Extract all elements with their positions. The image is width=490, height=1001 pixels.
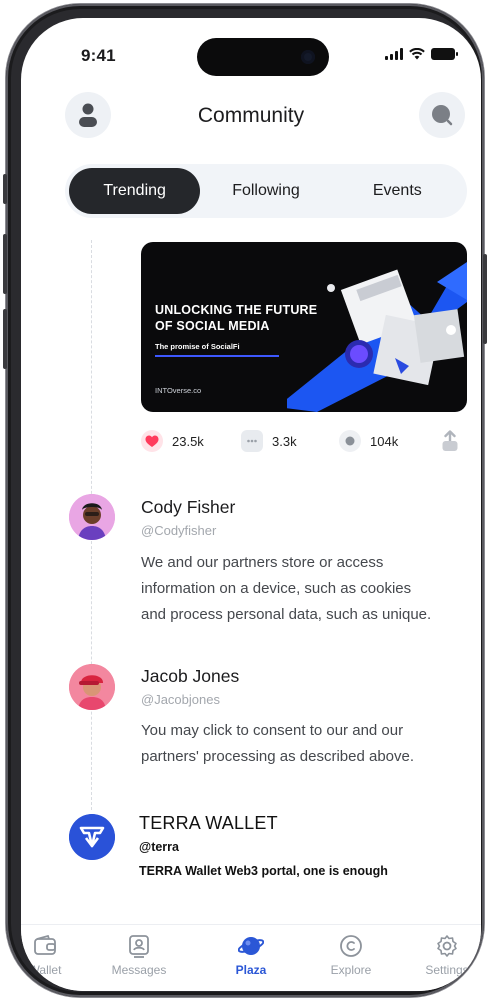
share-button[interactable] xyxy=(439,430,461,452)
nav-label: Wallet xyxy=(28,963,62,977)
post-line: and process personal data, such as uniqu… xyxy=(141,606,432,623)
volume-down-button xyxy=(3,309,7,369)
banner-brand: INTOverse.co xyxy=(155,386,202,395)
eye-icon xyxy=(339,430,361,452)
share-icon xyxy=(439,430,461,452)
nav-settings[interactable]: Settings xyxy=(407,933,481,977)
signal-icon xyxy=(385,48,403,60)
banner-underline xyxy=(155,355,279,357)
comment-icon xyxy=(241,430,263,452)
power-button xyxy=(483,254,487,344)
nav-label: Messages xyxy=(111,963,167,977)
status-time: 9:41 xyxy=(81,46,116,65)
terra-handle: @terra xyxy=(139,840,179,854)
avatar-image xyxy=(69,494,115,540)
nav-label: Plaza xyxy=(235,963,267,977)
mute-switch xyxy=(3,174,7,204)
tab-events[interactable]: Events xyxy=(332,168,463,214)
heart-icon xyxy=(141,430,163,452)
avatar[interactable] xyxy=(69,494,115,540)
comment-button[interactable]: 3.3k xyxy=(241,430,297,452)
screen: 9:41 Community Trending Following Events… xyxy=(21,18,481,991)
nav-messages[interactable]: Messages xyxy=(99,933,179,977)
like-count: 23.5k xyxy=(172,433,204,449)
battery-icon xyxy=(431,48,458,60)
post-author-name[interactable]: Jacob Jones xyxy=(141,666,239,687)
search-icon xyxy=(432,105,453,126)
feed-tabs: Trending Following Events xyxy=(65,164,467,218)
like-button[interactable]: 23.5k xyxy=(141,430,204,452)
post-stats: 23.5k 3.3k 104k xyxy=(141,430,471,460)
views-count: 104k xyxy=(370,433,399,449)
page-title: Community xyxy=(197,104,305,127)
search-button[interactable] xyxy=(419,92,465,138)
terra-logo-icon xyxy=(69,814,115,860)
nav-label: Settings xyxy=(425,963,469,977)
phone-frame: 9:41 Community Trending Following Events… xyxy=(3,4,487,997)
nav-wallet[interactable]: Wallet xyxy=(21,933,85,977)
post-author-handle: @Codyfisher xyxy=(141,523,217,538)
status-icons xyxy=(385,48,458,60)
post-body: We and our partners store or access info… xyxy=(141,550,431,628)
terra-post-text: TERRA Wallet Web3 portal, one is enough xyxy=(139,864,388,878)
article-banner[interactable]: UNLOCKING THE FUTURE OF SOCIAL MEDIA The… xyxy=(141,242,467,412)
wallet-icon xyxy=(32,933,58,959)
post-body: You may click to consent to our and our … xyxy=(141,718,414,770)
banner-title: UNLOCKING THE FUTURE OF SOCIAL MEDIA xyxy=(155,303,318,333)
tab-trending[interactable]: Trending xyxy=(69,168,201,214)
terra-logo[interactable] xyxy=(69,814,115,860)
post-line: We and our partners store or access xyxy=(141,554,384,571)
avatar-image xyxy=(69,664,115,710)
comment-count: 3.3k xyxy=(272,433,297,449)
messages-icon xyxy=(126,933,152,959)
avatar[interactable] xyxy=(69,664,115,710)
nav-explore[interactable]: Explore xyxy=(311,933,391,977)
volume-up-button xyxy=(3,234,7,294)
settings-icon xyxy=(434,933,460,959)
post-author-name[interactable]: Cody Fisher xyxy=(141,497,235,518)
nav-plaza[interactable]: Plaza xyxy=(211,933,291,977)
post-line: information on a device, such as cookies xyxy=(141,580,412,597)
post-line: partners' processing as described above. xyxy=(141,748,415,765)
camera-icon xyxy=(301,50,315,64)
bottom-nav: Wallet Messages Plaza Explore Settings xyxy=(21,924,481,991)
banner-subtitle: The promise of SocialFi xyxy=(155,342,240,351)
explore-icon xyxy=(338,933,364,959)
dynamic-island xyxy=(197,38,329,76)
nav-label: Explore xyxy=(330,963,372,977)
terra-name[interactable]: TERRA WALLET xyxy=(139,813,278,834)
tab-following[interactable]: Following xyxy=(200,168,331,214)
plaza-icon xyxy=(238,933,264,959)
post-author-handle: @Jacobjones xyxy=(141,692,220,707)
views-stat: 104k xyxy=(339,430,398,452)
post-line: You may click to consent to our and our xyxy=(141,722,404,739)
wifi-icon xyxy=(409,48,425,60)
